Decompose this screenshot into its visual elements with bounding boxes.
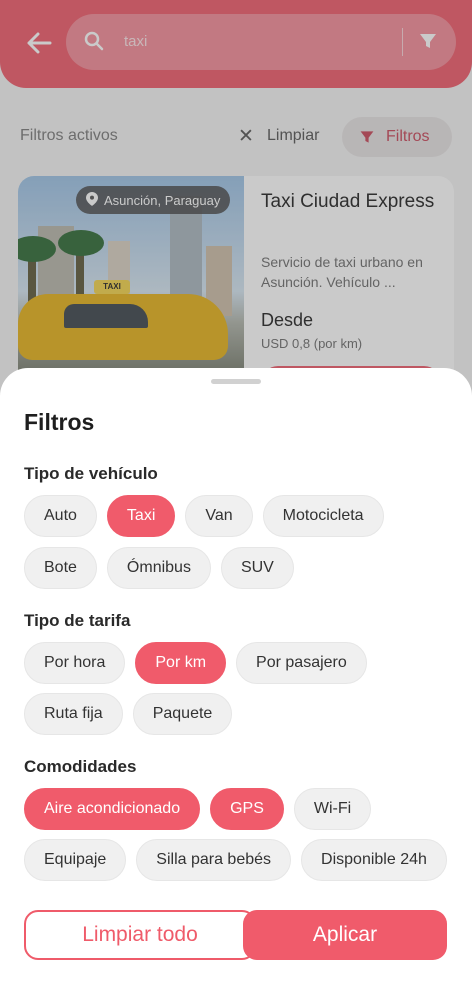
chip-por-km[interactable]: Por km	[135, 642, 227, 684]
clear-all-button[interactable]: Limpiar todo	[24, 910, 256, 960]
chip-paquete[interactable]: Paquete	[132, 693, 233, 735]
chip-motocicleta[interactable]: Motocicleta	[262, 495, 384, 537]
chip-suv[interactable]: SUV	[220, 547, 294, 589]
sheet-drag-handle[interactable]	[211, 379, 261, 384]
section-title-vehicle-type: Tipo de vehículo	[24, 464, 158, 483]
chip-row: Bote Ómnibus SUV	[24, 547, 294, 589]
chip-silla-para-bebes[interactable]: Silla para bebés	[136, 839, 292, 881]
apply-button[interactable]: Aplicar	[243, 910, 447, 960]
chip-van[interactable]: Van	[185, 495, 253, 537]
sheet-title: Filtros	[24, 409, 95, 435]
chip-row: Ruta fija Paquete	[24, 693, 233, 735]
chip-aire-acondicionado[interactable]: Aire acondicionado	[24, 788, 201, 830]
chip-omnibus[interactable]: Ómnibus	[106, 547, 211, 589]
chip-auto[interactable]: Auto	[24, 495, 97, 537]
chip-row: Por hora Por km Por pasajero	[24, 642, 367, 684]
chip-ruta-fija[interactable]: Ruta fija	[24, 693, 123, 735]
chip-row: Aire acondicionado GPS Wi-Fi	[24, 788, 372, 830]
chip-gps[interactable]: GPS	[210, 788, 284, 830]
section-title-fare-type: Tipo de tarifa	[24, 611, 131, 630]
filters-bottom-sheet: Filtros Tipo de vehículo Auto Taxi Van M…	[0, 368, 472, 987]
section-title-amenities: Comodidades	[24, 757, 137, 776]
chip-por-hora[interactable]: Por hora	[24, 642, 126, 684]
chip-bote[interactable]: Bote	[24, 547, 97, 589]
chip-equipaje[interactable]: Equipaje	[24, 839, 127, 881]
chip-por-pasajero[interactable]: Por pasajero	[236, 642, 367, 684]
chip-row: Equipaje Silla para bebés Disponible 24h	[24, 839, 447, 881]
chip-row: Auto Taxi Van Motocicleta	[24, 495, 384, 537]
chip-wifi[interactable]: Wi-Fi	[293, 788, 372, 830]
chip-taxi[interactable]: Taxi	[106, 495, 176, 537]
chip-disponible-24h[interactable]: Disponible 24h	[301, 839, 447, 881]
